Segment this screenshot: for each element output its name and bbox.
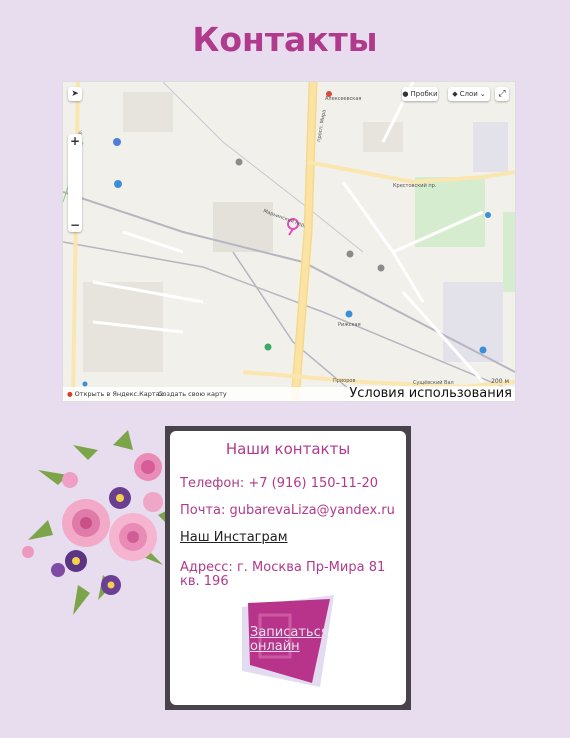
layers-label: Слои [459, 90, 478, 98]
yandex-pin-icon: ● [67, 390, 73, 398]
terms-link[interactable]: Условия использования [348, 386, 513, 401]
map-label-sushch: Сущёвский Вал [413, 379, 454, 386]
locate-icon[interactable]: ➤ [68, 87, 82, 101]
traffic-label: Пробки [410, 90, 438, 98]
map-label-krest: Крестовский пр. [393, 182, 437, 189]
zoom-control[interactable]: + − [68, 134, 82, 232]
contact-card: Наши контакты Телефон: +7 (916) 150-11-2… [170, 431, 406, 705]
page-title: Контакты [192, 20, 378, 59]
map-label-polo: Приоров [333, 378, 355, 384]
map-scale: 200 м [491, 378, 509, 385]
fullscreen-icon[interactable]: ⤢ [495, 87, 509, 101]
phone-text: Телефон: +7 (916) 150-11-20 [180, 476, 378, 491]
chevron-down-icon: ⌄ [479, 90, 486, 98]
create-map-link[interactable]: Создать свою карту [158, 390, 227, 398]
address-text: Адресс: г. Москва Пр-Мира 81 кв. 196 [180, 560, 386, 589]
layers-button[interactable]: ◆ Слои ⌄ [448, 87, 490, 101]
map-label-alekseevskaya: Алексеевская [325, 96, 361, 102]
flower-bouquet-image [22, 430, 178, 615]
layers-icon: ◆ [452, 90, 458, 98]
map-label-rizhskaya: Рижская [338, 322, 361, 328]
map-widget[interactable]: Алексеевская просп. Мира Крестовский пр.… [62, 81, 516, 402]
traffic-button[interactable]: ● Пробки [402, 87, 438, 101]
book-online-button[interactable]: Записаться онлайн [242, 595, 334, 687]
zoom-in-button[interactable]: + [68, 134, 82, 148]
open-in-yandex-link[interactable]: ● Открыть в Яндекс.Картах [67, 390, 164, 398]
book-online-label: Записаться онлайн [250, 625, 329, 654]
instagram-link[interactable]: Наш Инстаграм [180, 531, 288, 545]
zoom-out-button[interactable]: − [68, 218, 82, 232]
open-in-yandex-label: Открыть в Яндекс.Картах [74, 390, 164, 398]
email-text: Почта: gubarevaLiza@yandex.ru [180, 503, 395, 518]
contacts-heading: Наши контакты [225, 440, 351, 458]
map-canvas[interactable]: Алексеевская просп. Мира Крестовский пр.… [63, 82, 515, 401]
traffic-icon: ● [402, 90, 409, 98]
